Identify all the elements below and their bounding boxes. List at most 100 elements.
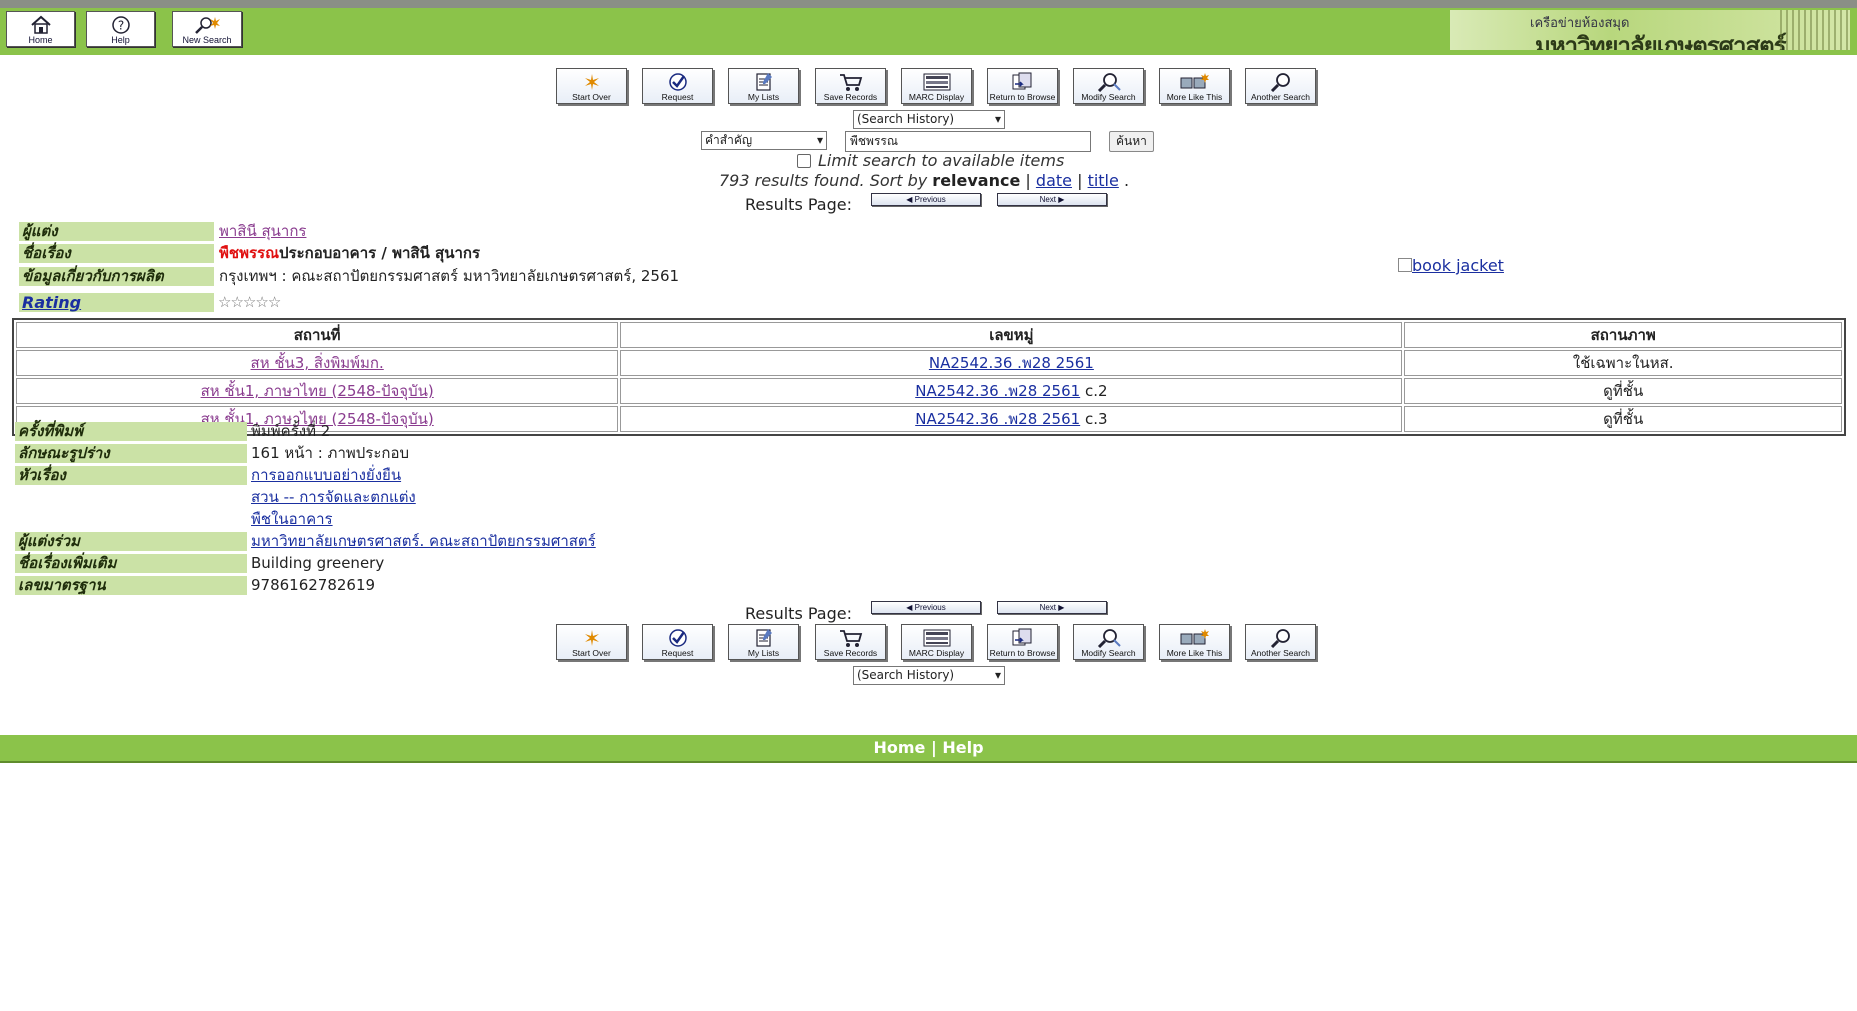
- call-number-link[interactable]: NA2542.36 .พ28 2561: [915, 382, 1080, 400]
- list-edit-icon: [729, 72, 798, 92]
- search-query-text: พืชพรรณ: [850, 134, 898, 148]
- search-submit-label: ค้นหา: [1116, 134, 1147, 148]
- request-button[interactable]: Request: [642, 68, 713, 104]
- search-index-select[interactable]: คำสำคัญ ▾: [701, 131, 827, 150]
- holdings-table: สถานที่ เลขหมู่ สถานภาพ สห ชั้น3, สิ่งพิ…: [12, 318, 1846, 436]
- sort-by-title-link[interactable]: title: [1088, 171, 1119, 190]
- start-over-button[interactable]: Start Over: [556, 68, 627, 104]
- modify-search-label: Modify Search: [1081, 648, 1136, 658]
- publication-label: ข้อมูลเกี่ยวกับการผลิต: [19, 267, 214, 286]
- limit-available-label: Limit search to available items: [818, 151, 1065, 170]
- status-cell: ใช้เฉพาะในหส.: [1404, 350, 1842, 376]
- my-lists-label: My Lists: [747, 648, 780, 658]
- rating-stars[interactable]: ☆☆☆☆☆: [218, 293, 281, 311]
- subject-link[interactable]: พืชในอาคาร: [251, 510, 333, 529]
- chevron-down-icon: ▾: [994, 112, 1001, 126]
- title-rest: ประกอบอาคาร / พาสินี สุนากร: [279, 244, 481, 262]
- home-nav-button[interactable]: Home: [6, 11, 75, 47]
- return-to-browse-button[interactable]: Return to Browse: [987, 624, 1058, 660]
- request-button[interactable]: Request: [642, 624, 713, 660]
- limit-available-checkbox[interactable]: [797, 154, 811, 168]
- edition-label: ครั้งที่พิมพ์: [15, 422, 247, 441]
- more-like-this-button[interactable]: More Like This: [1159, 68, 1230, 104]
- help-icon: ?: [111, 16, 130, 34]
- status-cell: ดูที่ชั้น: [1404, 406, 1842, 432]
- subject-link[interactable]: สวน -- การจัดและตกแต่ง: [251, 488, 416, 507]
- star-burst-icon: [557, 72, 626, 92]
- magnifier-icon: [1246, 628, 1315, 649]
- my-lists-button[interactable]: My Lists: [728, 624, 799, 660]
- more-like-this-label: More Like This: [1166, 92, 1223, 102]
- my-lists-button[interactable]: My Lists: [728, 68, 799, 104]
- help-nav-button[interactable]: ? Help: [86, 11, 155, 47]
- new-search-icon: [195, 17, 220, 34]
- footer-home-link[interactable]: Home: [873, 738, 925, 757]
- added-author-link[interactable]: มหาวิทยาลัยเกษตรศาสตร์. คณะสถาปัตยกรรมศา…: [251, 532, 596, 551]
- marc-display-label: MARC Display: [908, 92, 965, 102]
- home-nav-label: Home: [28, 35, 53, 45]
- record-title: พืชพรรณประกอบอาคาร / พาสินี สุนากร: [219, 244, 480, 263]
- checkmark-icon: [643, 628, 712, 648]
- arrow-left-icon: ◀: [906, 195, 913, 204]
- another-search-button[interactable]: Another Search: [1245, 624, 1316, 660]
- search-submit-button[interactable]: ค้นหา: [1109, 131, 1154, 152]
- library-logo: เครือข่ายห้องสมุด มหาวิทยาลัยเกษตรศาสตร์: [1450, 10, 1850, 50]
- search-history-select[interactable]: (Search History) ▾: [853, 110, 1005, 129]
- location-link[interactable]: สห ชั้น3, สิ่งพิมพ์มก.: [251, 354, 384, 372]
- call-number-link[interactable]: NA2542.36 .พ28 2561: [929, 354, 1094, 372]
- star-icon[interactable]: ☆: [268, 293, 281, 311]
- new-search-nav-label: New Search: [182, 35, 232, 45]
- status-cell: ดูที่ชั้น: [1404, 378, 1842, 404]
- next-label: Next: [1039, 195, 1057, 204]
- star-icon[interactable]: ☆: [218, 293, 231, 311]
- top-border: [0, 0, 1857, 8]
- modify-search-label: Modify Search: [1081, 92, 1136, 102]
- marc-display-button[interactable]: MARC Display: [901, 624, 972, 660]
- more-like-this-button[interactable]: More Like This: [1159, 624, 1230, 660]
- previous-page-button[interactable]: ◀ Previous: [871, 193, 981, 206]
- arrow-right-icon: ▶: [1058, 603, 1065, 612]
- cart-icon: [816, 628, 885, 648]
- start-over-button[interactable]: Start Over: [556, 624, 627, 660]
- start-over-label: Start Over: [572, 92, 611, 102]
- results-summary: 793 results found. Sort by relevance | d…: [719, 171, 1129, 190]
- footer-separator: |: [930, 738, 937, 757]
- previous-page-button[interactable]: ◀ Previous: [871, 601, 981, 614]
- new-search-nav-button[interactable]: New Search: [172, 11, 242, 47]
- status-header: สถานภาพ: [1404, 322, 1842, 348]
- star-icon[interactable]: ☆: [230, 293, 243, 311]
- author-link[interactable]: พาสินี สุนากร: [219, 222, 306, 241]
- search-input[interactable]: พืชพรรณ: [845, 131, 1091, 152]
- previous-label: Previous: [914, 603, 946, 612]
- alt-title-value: Building greenery: [251, 554, 385, 572]
- book-jacket-alt: book jacket: [1412, 256, 1504, 275]
- marc-display-button[interactable]: MARC Display: [901, 68, 972, 104]
- sort-relevance-current: relevance: [932, 171, 1021, 190]
- call-number-link[interactable]: NA2542.36 .พ28 2561: [915, 410, 1080, 428]
- subject-link[interactable]: การออกแบบอย่างยั่งยืน: [251, 466, 401, 485]
- author-label: ผู้แต่ง: [19, 222, 214, 241]
- return-to-browse-button[interactable]: Return to Browse: [987, 68, 1058, 104]
- sort-by-date-link[interactable]: date: [1036, 171, 1072, 190]
- copy-number: c.2: [1084, 382, 1108, 400]
- star-icon[interactable]: ☆: [243, 293, 256, 311]
- magnifier-edit-icon: [1074, 628, 1143, 649]
- star-icon[interactable]: ☆: [255, 293, 268, 311]
- broken-image-icon: [1398, 258, 1412, 272]
- save-records-button[interactable]: Save Records: [815, 624, 886, 660]
- book-jacket-image[interactable]: book jacket: [1398, 256, 1504, 275]
- return-icon: [988, 72, 1057, 92]
- save-records-button[interactable]: Save Records: [815, 68, 886, 104]
- sort-separator: |: [1025, 171, 1031, 190]
- rating-link[interactable]: Rating: [22, 293, 81, 312]
- modify-search-button[interactable]: Modify Search: [1073, 624, 1144, 660]
- search-history-select[interactable]: (Search History) ▾: [853, 666, 1005, 685]
- another-search-button[interactable]: Another Search: [1245, 68, 1316, 104]
- footer-bar: Home | Help: [0, 735, 1857, 763]
- next-page-button[interactable]: Next ▶: [997, 193, 1107, 206]
- location-link[interactable]: สห ชั้น1, ภาษาไทย (2548-ปัจจุบัน): [201, 382, 434, 400]
- svg-text:?: ?: [117, 19, 123, 33]
- modify-search-button[interactable]: Modify Search: [1073, 68, 1144, 104]
- next-page-button[interactable]: Next ▶: [997, 601, 1107, 614]
- footer-help-link[interactable]: Help: [942, 738, 983, 757]
